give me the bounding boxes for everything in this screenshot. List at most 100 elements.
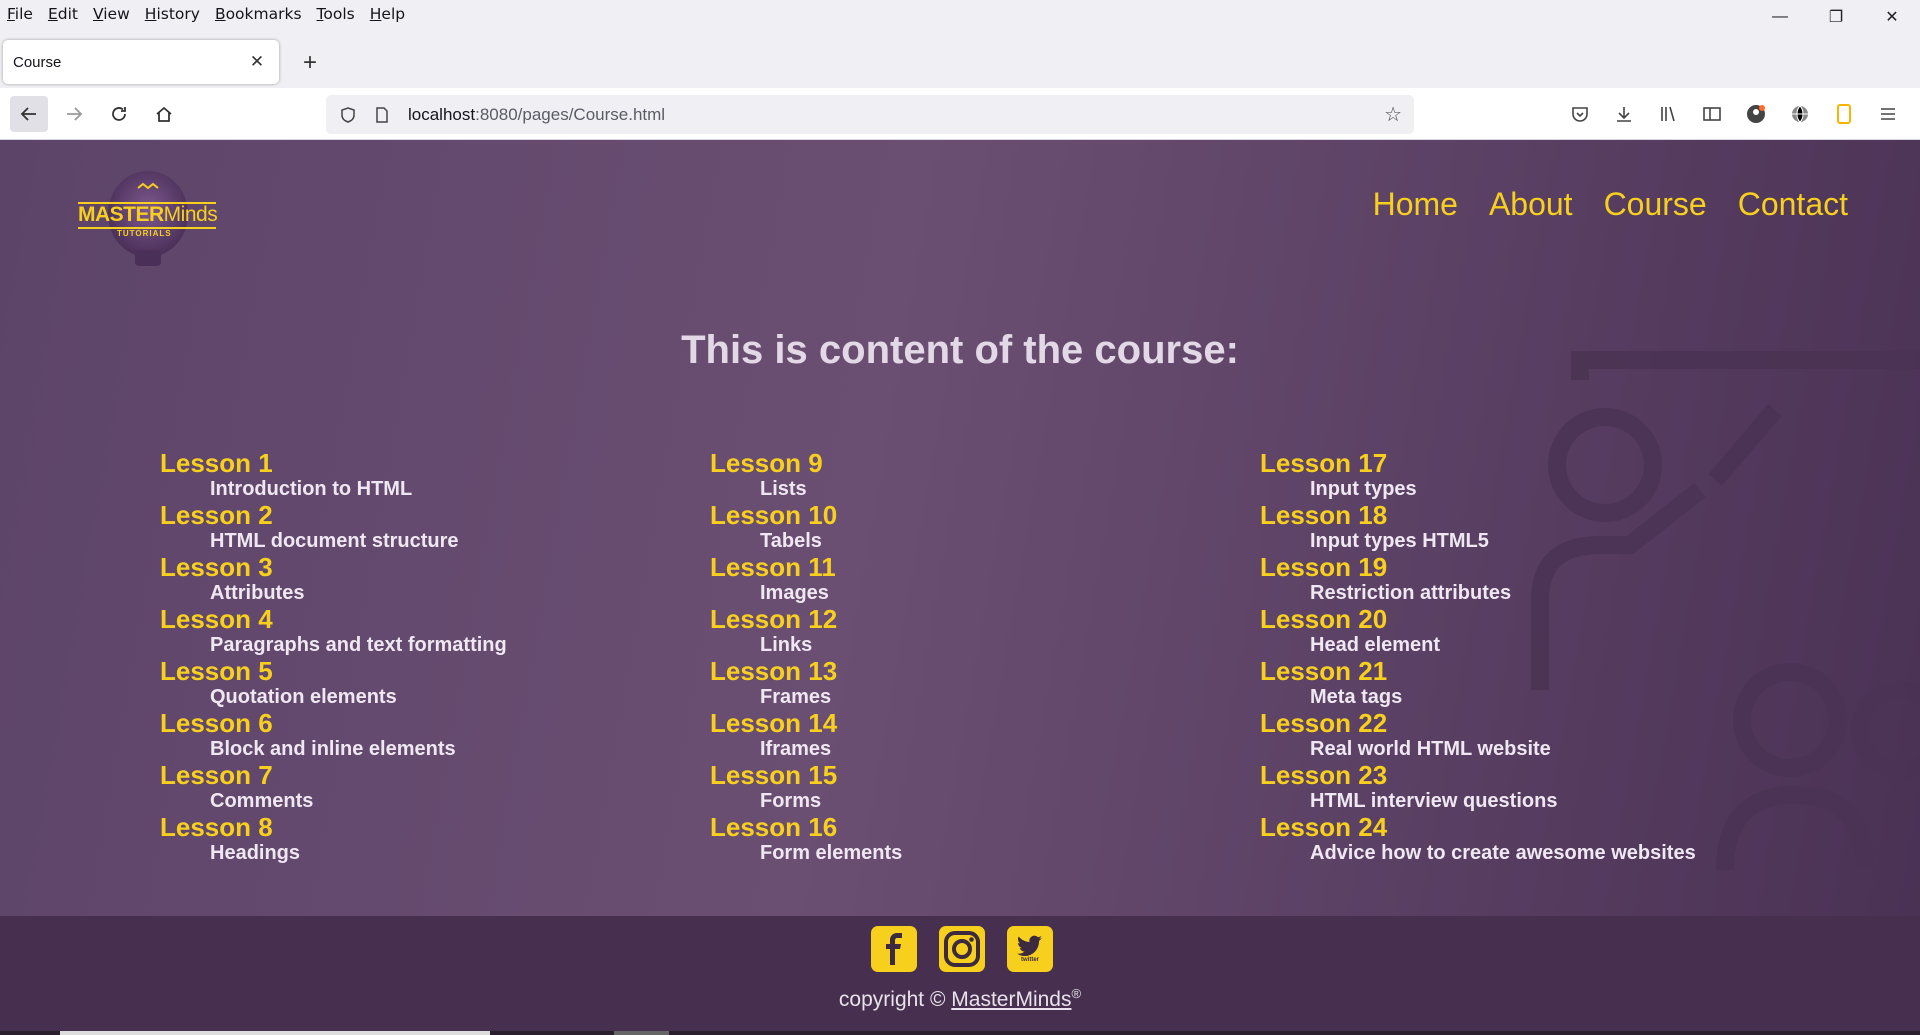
lesson-title[interactable]: Lesson 14 [710, 710, 1230, 736]
facebook-icon[interactable] [871, 926, 917, 972]
lesson-title[interactable]: Lesson 3 [160, 554, 680, 580]
lesson-item[interactable]: Lesson 9 Lists [710, 450, 1230, 502]
lesson-title[interactable]: Lesson 23 [1260, 762, 1780, 788]
lesson-item[interactable]: Lesson 16 Form elements [710, 814, 1230, 866]
lesson-item[interactable]: Lesson 20 Head element [1260, 606, 1780, 658]
lesson-item[interactable]: Lesson 2 HTML document structure [160, 502, 680, 554]
lesson-item[interactable]: Lesson 12 Links [710, 606, 1230, 658]
lesson-title[interactable]: Lesson 16 [710, 814, 1230, 840]
lesson-item[interactable]: Lesson 13 Frames [710, 658, 1230, 710]
lesson-description: Headings [210, 842, 301, 864]
url-path: :8080/pages/Course.html [475, 104, 666, 124]
toolbar-icons [1558, 96, 1910, 132]
lesson-title[interactable]: Lesson 21 [1260, 658, 1780, 684]
lesson-title[interactable]: Lesson 1 [160, 450, 680, 476]
lesson-description: Meta tags [1310, 686, 1403, 708]
lesson-title[interactable]: Lesson 17 [1260, 450, 1780, 476]
shield-icon[interactable] [336, 106, 360, 124]
lesson-description: Forms [760, 790, 822, 812]
sidebar-icon[interactable] [1690, 96, 1734, 132]
brand-link[interactable]: MasterMinds [951, 988, 1071, 1011]
lesson-description: Restriction attributes [1310, 582, 1512, 604]
lesson-item[interactable]: Lesson 5 Quotation elements [160, 658, 680, 710]
lesson-title[interactable]: Lesson 15 [710, 762, 1230, 788]
lesson-title[interactable]: Lesson 7 [160, 762, 680, 788]
lesson-description: Tabels [760, 530, 822, 552]
home-button[interactable] [145, 96, 183, 132]
lesson-title[interactable]: Lesson 13 [710, 658, 1230, 684]
lesson-description: Advice how to create awesome websites [1310, 842, 1696, 864]
lesson-item[interactable]: Lesson 17 Input types [1260, 450, 1780, 502]
nav-contact[interactable]: Contact [1738, 186, 1848, 223]
lesson-item[interactable]: Lesson 10 Tabels [710, 502, 1230, 554]
lesson-title[interactable]: Lesson 2 [160, 502, 680, 528]
lesson-description: Input types [1310, 478, 1417, 500]
lesson-item[interactable]: Lesson 22 Real world HTML website [1260, 710, 1780, 762]
lesson-item[interactable]: Lesson 23 HTML interview questions [1260, 762, 1780, 814]
nav-home[interactable]: Home [1373, 186, 1458, 223]
instagram-icon[interactable] [939, 926, 985, 972]
bookmark-star-icon[interactable]: ☆ [1384, 102, 1402, 127]
menu-file[interactable]: File [0, 5, 41, 23]
lesson-title[interactable]: Lesson 10 [710, 502, 1230, 528]
new-tab-button[interactable]: + [294, 47, 326, 79]
library-icon[interactable] [1646, 96, 1690, 132]
menu-history[interactable]: History [138, 5, 208, 23]
lesson-item[interactable]: Lesson 18 Input types HTML5 [1260, 502, 1780, 554]
lesson-title[interactable]: Lesson 5 [160, 658, 680, 684]
menu-help[interactable]: Help [363, 5, 413, 23]
lesson-item[interactable]: Lesson 6 Block and inline elements [160, 710, 680, 762]
logo-text-minds: Minds [163, 203, 218, 226]
lesson-title[interactable]: Lesson 18 [1260, 502, 1780, 528]
lesson-item[interactable]: Lesson 3 Attributes [160, 554, 680, 606]
lesson-title[interactable]: Lesson 11 [710, 554, 1230, 580]
lesson-item[interactable]: Lesson 21 Meta tags [1260, 658, 1780, 710]
menu-edit[interactable]: Edit [41, 5, 86, 23]
lesson-title[interactable]: Lesson 6 [160, 710, 680, 736]
hamburger-menu-icon[interactable] [1866, 96, 1910, 132]
tab-title: Course [13, 53, 62, 71]
tab-bar: Course ✕ + [0, 27, 1920, 88]
hero-section: MASTERMinds TUTORIALS Home About Course … [0, 140, 1920, 916]
lesson-title[interactable]: Lesson 20 [1260, 606, 1780, 632]
lesson-title[interactable]: Lesson 24 [1260, 814, 1780, 840]
lesson-item[interactable]: Lesson 19 Restriction attributes [1260, 554, 1780, 606]
lesson-item[interactable]: Lesson 15 Forms [710, 762, 1230, 814]
tab-close-icon[interactable]: ✕ [245, 52, 269, 72]
downloads-icon[interactable] [1602, 96, 1646, 132]
main-nav: Home About Course Contact [1373, 186, 1848, 223]
lesson-description: Attributes [210, 582, 305, 604]
lessons-column-1: Lesson 1 Introduction to HTML Lesson 2 HTML… [160, 450, 680, 866]
nav-about[interactable]: About [1489, 186, 1573, 223]
extension-icon[interactable] [1822, 96, 1866, 132]
copyright-prefix: copyright © [838, 988, 952, 1011]
twitter-icon[interactable]: twitter [1007, 926, 1053, 972]
twitter-label: twitter [1021, 957, 1039, 963]
lesson-item[interactable]: Lesson 8 Headings [160, 814, 680, 866]
lesson-item[interactable]: Lesson 24 Advice how to create awesome we… [1260, 814, 1780, 866]
pocket-icon[interactable] [1558, 96, 1602, 132]
menu-tools[interactable]: Tools [310, 5, 363, 23]
site-logo[interactable]: MASTERMinds TUTORIALS [70, 168, 230, 272]
lesson-title[interactable]: Lesson 19 [1260, 554, 1780, 580]
globe-icon[interactable] [1778, 96, 1822, 132]
lesson-item[interactable]: Lesson 11 Images [710, 554, 1230, 606]
tab-course[interactable]: Course ✕ [3, 40, 279, 84]
lesson-title[interactable]: Lesson 22 [1260, 710, 1780, 736]
address-bar[interactable]: localhost:8080/pages/Course.html ☆ [326, 95, 1414, 134]
lesson-item[interactable]: Lesson 7 Comments [160, 762, 680, 814]
lesson-title[interactable]: Lesson 4 [160, 606, 680, 632]
nav-course[interactable]: Course [1604, 186, 1707, 223]
reload-button[interactable] [100, 96, 138, 132]
menu-view[interactable]: View [86, 5, 138, 23]
lesson-title[interactable]: Lesson 12 [710, 606, 1230, 632]
lesson-item[interactable]: Lesson 14 Iframes [710, 710, 1230, 762]
account-icon[interactable] [1734, 96, 1778, 132]
menu-bookmarks[interactable]: Bookmarks [208, 5, 310, 23]
back-button[interactable] [10, 96, 48, 132]
forward-button[interactable] [55, 96, 93, 132]
lesson-item[interactable]: Lesson 1 Introduction to HTML [160, 450, 680, 502]
lesson-item[interactable]: Lesson 4 Paragraphs and text formatting [160, 606, 680, 658]
lesson-title[interactable]: Lesson 8 [160, 814, 680, 840]
lesson-title[interactable]: Lesson 9 [710, 450, 1230, 476]
